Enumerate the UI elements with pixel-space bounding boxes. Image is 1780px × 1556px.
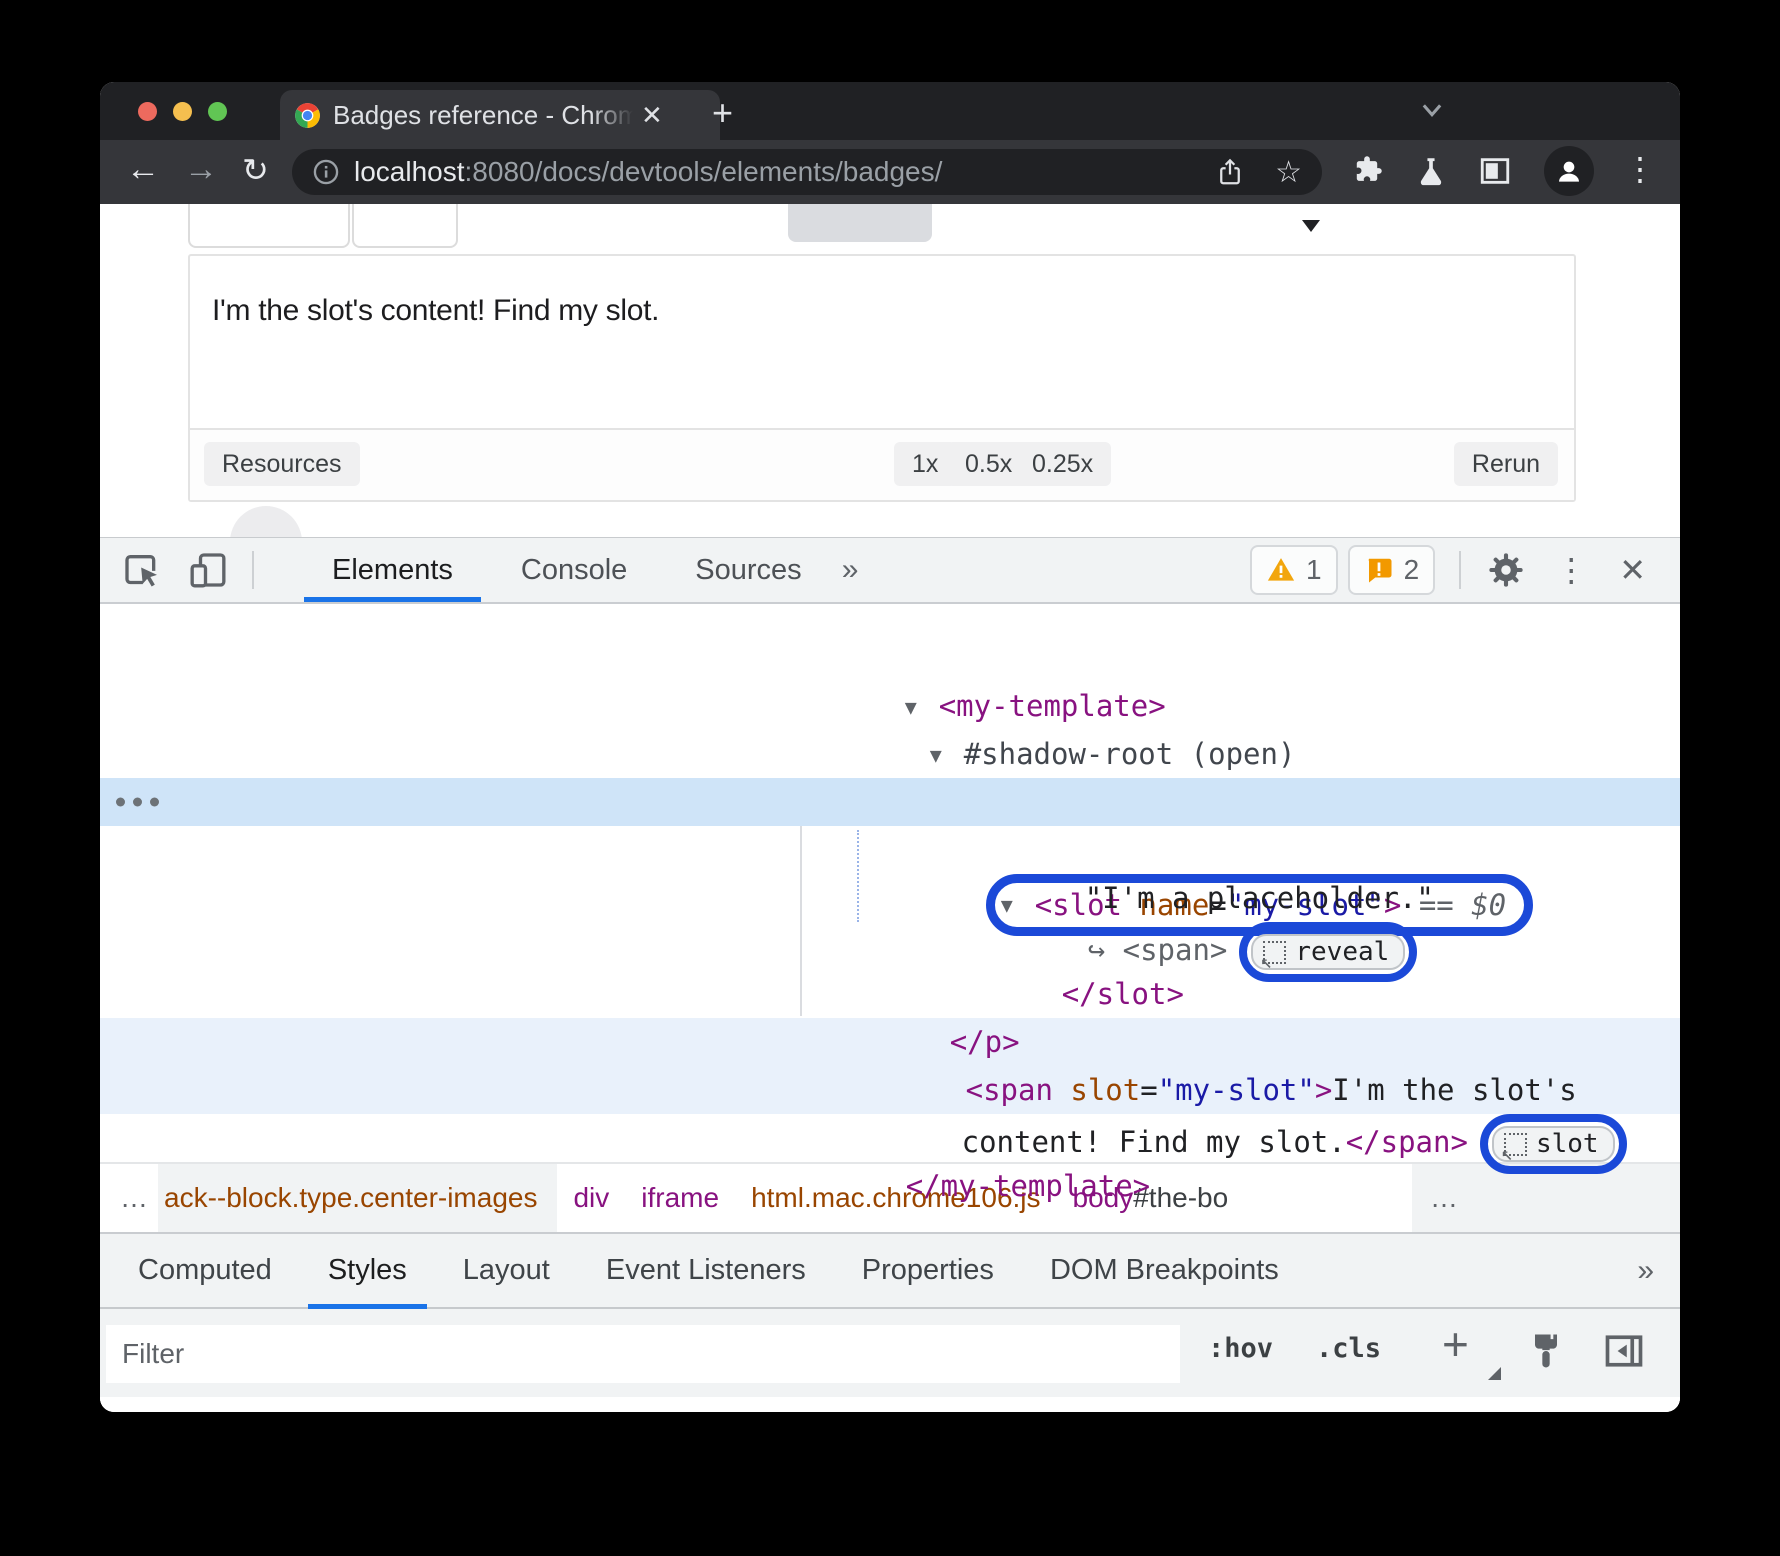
rerun-button[interactable]: Rerun [1454, 442, 1558, 486]
devtools-close-icon[interactable]: ✕ [1619, 551, 1646, 589]
demo-card: I'm the slot's content! Find my slot. Re… [188, 254, 1576, 502]
span-line-1: <span slot="my-slot">I'm the slot's [100, 1018, 1680, 1066]
more-panels-icon[interactable]: » [1637, 1254, 1654, 1288]
new-style-rule-button[interactable]: + [1442, 1317, 1469, 1371]
warnings-badge[interactable]: 1 [1250, 545, 1338, 595]
tab-properties[interactable]: Properties [834, 1233, 1022, 1308]
resources-bar: Resources 1x 0.5x 0.25x Rerun [190, 428, 1574, 500]
issue-count: 2 [1404, 554, 1420, 586]
tab-strip: Badges reference - Chrome De ✕ + [100, 82, 1680, 140]
span-line-2: content! Find my slot.</span>↖slot [100, 1066, 1680, 1114]
breadcrumb-overflow-left[interactable]: … [100, 1164, 158, 1232]
clipped-button[interactable] [188, 204, 350, 248]
speed-025x-button[interactable]: 0.25x [1014, 442, 1111, 486]
extensions-puzzle-icon[interactable] [1350, 154, 1384, 188]
browser-toolbar: ← → ↻ localhost:8080/docs/devtools/eleme… [100, 140, 1680, 204]
tree-row-placeholder-text[interactable]: "I'm a placeholder." [100, 826, 1680, 874]
tree-row-slot-selected[interactable]: ▼<slot name="my-slot"> == $0 [100, 778, 1680, 826]
new-tab-button[interactable]: + [712, 92, 733, 134]
breadcrumb-item-div[interactable]: div [557, 1164, 625, 1232]
profile-person-icon [1553, 155, 1585, 187]
maximize-window-button[interactable] [208, 102, 227, 121]
url-text: localhost:8080/docs/devtools/elements/ba… [354, 156, 942, 188]
tab-dom-breakpoints[interactable]: DOM Breakpoints [1022, 1233, 1307, 1308]
window-controls [138, 102, 227, 121]
breadcrumb-overflow-right[interactable]: … [1412, 1164, 1680, 1232]
tab-elements[interactable]: Elements [298, 538, 487, 602]
gear-icon[interactable] [1487, 551, 1525, 589]
reload-icon[interactable]: ↻ [242, 151, 269, 189]
page-content: I'm the slot's content! Find my slot. Re… [100, 204, 1680, 537]
device-toolbar-icon[interactable] [188, 550, 228, 590]
resources-button[interactable]: Resources [204, 442, 360, 486]
chrome-favicon-icon [294, 102, 321, 129]
toggle-hov-button[interactable]: :hov [1208, 1333, 1273, 1364]
dom-tree: ▼<my-template> ▼#shadow-root (open) ▼<p>… [100, 604, 1680, 1162]
clipped-decoration [230, 506, 302, 537]
url-path: :8080/docs/devtools/elements/badges/ [465, 156, 943, 187]
browser-tab[interactable]: Badges reference - Chrome De ✕ [280, 90, 720, 140]
back-icon[interactable]: ← [126, 150, 160, 189]
devtools-toolbar: Elements Console Sources » 1 [100, 538, 1680, 604]
issues-badge[interactable]: 2 [1348, 545, 1436, 595]
tree-row-p-open[interactable]: ▼<p> [100, 730, 1680, 778]
filter-input[interactable] [106, 1325, 1180, 1383]
tree-row-my-template-close[interactable]: </my-template> [100, 1114, 1680, 1162]
close-window-button[interactable] [138, 102, 157, 121]
browser-menu-kebab-icon[interactable]: ⋮ [1624, 150, 1656, 188]
site-info-icon[interactable] [312, 158, 340, 186]
avatar[interactable] [1544, 146, 1594, 196]
new-style-rule-dropdown-icon[interactable] [1488, 1367, 1501, 1380]
tree-row-shadow-root[interactable]: ▼#shadow-root (open) [100, 682, 1680, 730]
tab-title: Badges reference - Chrome De [333, 100, 633, 131]
url-host: localhost [354, 156, 465, 187]
tag-token: </my-template> [906, 1169, 1150, 1203]
clipped-gray-button[interactable] [788, 204, 932, 242]
divider [1459, 551, 1461, 589]
minimize-window-button[interactable] [173, 102, 192, 121]
tree-row-p-close[interactable]: </p> [100, 970, 1680, 1018]
caret-down-icon[interactable] [1302, 220, 1320, 232]
url-bar[interactable]: localhost:8080/docs/devtools/elements/ba… [292, 149, 1322, 195]
show-sidebar-dock-icon[interactable] [1602, 1329, 1646, 1378]
tree-row-slot-close[interactable]: </slot> [100, 922, 1680, 970]
forward-icon[interactable]: → [184, 150, 218, 189]
tab-close-icon[interactable]: ✕ [641, 100, 663, 131]
divider [252, 551, 254, 589]
warning-count: 1 [1306, 554, 1322, 586]
issue-bubble-icon [1364, 555, 1394, 585]
devtools-menu-kebab-icon[interactable]: ⋮ [1555, 551, 1587, 589]
share-icon[interactable] [1215, 157, 1245, 187]
toggle-cls-button[interactable]: .cls [1316, 1333, 1381, 1364]
styles-sidebar-tabs: Computed Styles Layout Event Listeners P… [100, 1234, 1680, 1309]
tab-styles[interactable]: Styles [300, 1233, 435, 1308]
tab-sources[interactable]: Sources [661, 538, 835, 602]
breadcrumb-item-iframe[interactable]: iframe [625, 1164, 735, 1232]
tab-console[interactable]: Console [487, 538, 661, 602]
clipped-button[interactable] [352, 204, 458, 248]
tree-row-span-reveal[interactable]: ↪ <span>↖reveal [100, 874, 1680, 922]
warning-triangle-icon [1266, 555, 1296, 585]
breadcrumb-item-truncated[interactable]: ack--block.type.center-images [158, 1164, 557, 1232]
rendering-brush-icon[interactable] [1524, 1329, 1568, 1378]
tab-layout[interactable]: Layout [435, 1233, 578, 1308]
tree-row-span-slotted[interactable]: <span slot="my-slot">I'm the slot's cont… [100, 1018, 1680, 1114]
styles-filter-bar: :hov .cls + [100, 1309, 1680, 1397]
browser-window: Badges reference - Chrome De ✕ + ← → ↻ l… [100, 82, 1680, 1412]
experiments-flask-icon[interactable] [1414, 154, 1448, 188]
clipped-styles-pane [100, 1397, 1680, 1412]
tab-event-listeners[interactable]: Event Listeners [578, 1233, 834, 1308]
side-panel-icon[interactable] [1478, 154, 1512, 188]
tree-row-my-template-open[interactable]: ▼<my-template> [100, 634, 1680, 682]
devtools-panel: Elements Console Sources » 1 [100, 537, 1680, 1412]
tab-computed[interactable]: Computed [110, 1233, 300, 1308]
slot-content-text: I'm the slot's content! Find my slot. [212, 294, 659, 328]
chevron-down-icon[interactable] [1418, 98, 1446, 122]
inspect-element-icon[interactable] [122, 550, 162, 590]
ellipsis-icon[interactable] [116, 798, 159, 807]
screenshot-canvas: { "colors": { "ring_blue": "#1b49d8", "s… [0, 0, 1780, 1556]
bookmark-star-icon[interactable]: ☆ [1275, 155, 1302, 190]
more-tabs-icon[interactable]: » [842, 553, 859, 587]
